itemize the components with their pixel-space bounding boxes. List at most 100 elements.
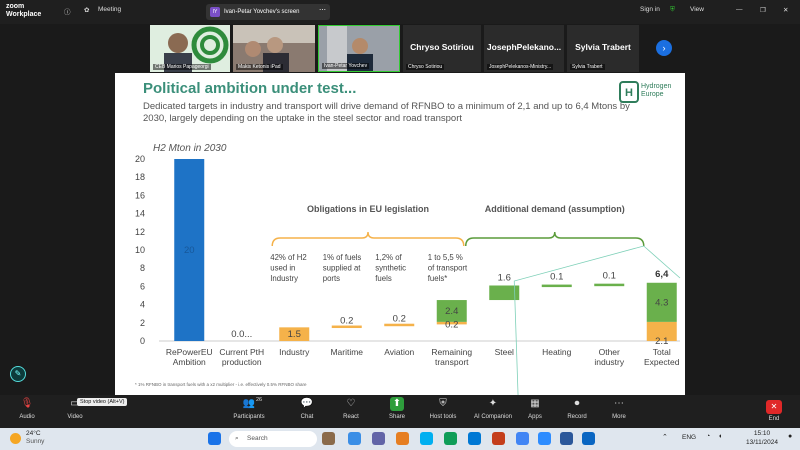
record-icon: ⏺ [574, 398, 580, 409]
windows-start-icon[interactable] [208, 432, 221, 445]
chrome-icon[interactable] [516, 432, 529, 445]
zoom-taskbar-icon[interactable] [538, 432, 551, 445]
teams-icon[interactable] [372, 432, 385, 445]
app-logo: zoom Workplace [6, 3, 41, 19]
y-tick-label: 10 [135, 245, 145, 255]
obligation-note: Industry [270, 274, 298, 283]
info-icon[interactable]: ⓘ [64, 6, 71, 16]
outlook-icon[interactable] [468, 432, 481, 445]
toolbar-react-button[interactable]: ♡ React [328, 397, 374, 420]
toolbar-label: More [612, 414, 626, 420]
end-label: End [768, 416, 780, 422]
toolbar-label: React [343, 414, 359, 420]
x-tick-label: Maritime [330, 347, 363, 357]
x-tick-label: Ambition [173, 357, 206, 367]
y-tick-label: 18 [135, 172, 145, 182]
participant-tile[interactable]: JosephPelekano... JosephPelekanos-Minist… [484, 25, 564, 72]
toolbar-share-button[interactable]: ⬆ Share [374, 397, 420, 420]
x-tick-label: Current PtH [219, 347, 264, 357]
toolbar-more-button[interactable]: ⋯ More [596, 397, 642, 420]
wifi-icon[interactable]: ◔ [706, 433, 710, 440]
apps-icon: ▦ [530, 398, 540, 409]
word-icon[interactable] [560, 432, 573, 445]
signin-button[interactable]: Sign in [640, 6, 660, 13]
clock-date[interactable]: 13/11/2024 [742, 439, 782, 446]
toolbar-label: Record [567, 414, 587, 420]
participant-display-name: Chryso Sotiriou [410, 42, 474, 52]
search-icon: ⌕ [235, 435, 239, 442]
shared-slide: Political ambition under test... Dedicat… [115, 73, 685, 395]
skype-icon[interactable] [420, 432, 433, 445]
video-tooltip: Stop video (Alt+V) [77, 398, 128, 406]
powerpoint-icon[interactable] [492, 432, 505, 445]
onedrive-icon[interactable] [582, 432, 595, 445]
obligation-note: 1 to 5,5 % [428, 253, 463, 262]
data-label: 0.2 [445, 319, 458, 330]
toolbar-label: Audio [19, 414, 35, 420]
participant-name: CEB Marios Papageorgi [153, 64, 211, 70]
y-axis-title: H2 Mton in 2030 [153, 143, 227, 154]
explorer-icon[interactable] [396, 432, 409, 445]
x-tick-label: RePowerEU [166, 347, 213, 357]
more-icon: ⋯ [614, 398, 624, 409]
toolbar-chat-button[interactable]: 💬 Chat [284, 397, 330, 420]
toolbar-record-button[interactable]: ⏺ Record [554, 397, 600, 420]
toolbar-participants-button[interactable]: 👥 Participants 26 [226, 397, 272, 420]
toolbar-apps-button[interactable]: ▦ Apps [512, 397, 558, 420]
obligations-bracket [271, 231, 465, 247]
more-options-icon[interactable]: ⋯ [319, 6, 326, 14]
x-tick-label: Steel [495, 347, 514, 357]
participant-name: JosephPelekanos-Ministry... [487, 64, 554, 70]
windows-taskbar: 24°C Sunny ⌕ Search ⌃ ENG ◔ ◖ 15:10 13/1… [0, 428, 800, 450]
react-icon: ♡ [346, 398, 356, 409]
close-icon[interactable]: ✕ [783, 6, 788, 14]
annotate-pen-icon[interactable]: ✎ [10, 366, 26, 382]
participant-tile-active[interactable]: Ivan-Petar Yovchev [318, 25, 400, 72]
widget-icon[interactable] [322, 432, 335, 445]
additional-bracket [465, 231, 645, 247]
obligation-note: synthetic [375, 264, 406, 273]
participant-tile[interactable]: Sylvia Trabert Sylvia Trabert [567, 25, 639, 72]
next-page-icon[interactable]: › [656, 40, 672, 56]
screen-share-pill[interactable]: IY Ivan-Petar Yovchev's screen ⋯ [206, 4, 330, 20]
toolbar-host-tools-button[interactable]: ⛨ Host tools [420, 397, 466, 420]
data-label: 0.2 [393, 314, 406, 325]
data-label: 0.1 [550, 272, 563, 283]
shield-icon[interactable]: ⛨ [670, 6, 675, 14]
obligation-note: fuels [375, 274, 392, 283]
restore-icon[interactable]: ❐ [760, 6, 766, 14]
minimize-icon[interactable]: — [736, 6, 743, 13]
x-tick-label: Remaining [431, 347, 472, 357]
obligation-note: 1% of fuels [323, 253, 362, 262]
data-label: 4.3 [655, 297, 668, 308]
copilot-icon[interactable] [348, 432, 361, 445]
meeting-icon: ✿ [84, 7, 90, 14]
x-tick-label: transport [435, 357, 469, 367]
toolbar-audio-button[interactable]: 🎙 Audio [4, 397, 50, 420]
chevron-up-icon[interactable]: ⌃ [662, 433, 668, 441]
obligation-note: 1,2% of [375, 253, 402, 262]
toolbar-label: Video [67, 414, 83, 420]
participant-display-name: Sylvia Trabert [575, 42, 631, 52]
obligation-note: of transport [428, 264, 468, 273]
language-indicator[interactable]: ENG [682, 434, 696, 441]
bar [594, 283, 625, 287]
participant-tile[interactable]: CEB Marios Papageorgi [150, 25, 230, 72]
y-tick-label: 4 [140, 300, 145, 310]
notification-bell-icon[interactable]: ● [788, 433, 792, 440]
end-meeting-button[interactable]: ✕ [766, 400, 782, 414]
meeting-label[interactable]: Meeting [98, 6, 121, 13]
app-logo-line2: Workplace [6, 11, 42, 18]
host-tools-icon: ⛨ [439, 398, 447, 409]
toolbar-ai-companion-button[interactable]: ✦ AI Companion [470, 397, 516, 420]
clock-time[interactable]: 15:10 [742, 430, 782, 437]
participant-tile[interactable]: Chryso Sotiriou Chryso Sotiriou [403, 25, 481, 72]
view-button[interactable]: View [690, 6, 704, 13]
screen-share-label: Ivan-Petar Yovchev's screen [224, 9, 300, 15]
weather-desc: Sunny [26, 438, 45, 445]
chat-icon: 💬 [300, 398, 314, 409]
volume-icon[interactable]: ◖ [718, 433, 722, 440]
participant-tile[interactable]: Makis Ketonis iPad [233, 25, 315, 72]
taskbar-search[interactable]: ⌕ Search [229, 431, 317, 447]
app-icon[interactable] [444, 432, 457, 445]
